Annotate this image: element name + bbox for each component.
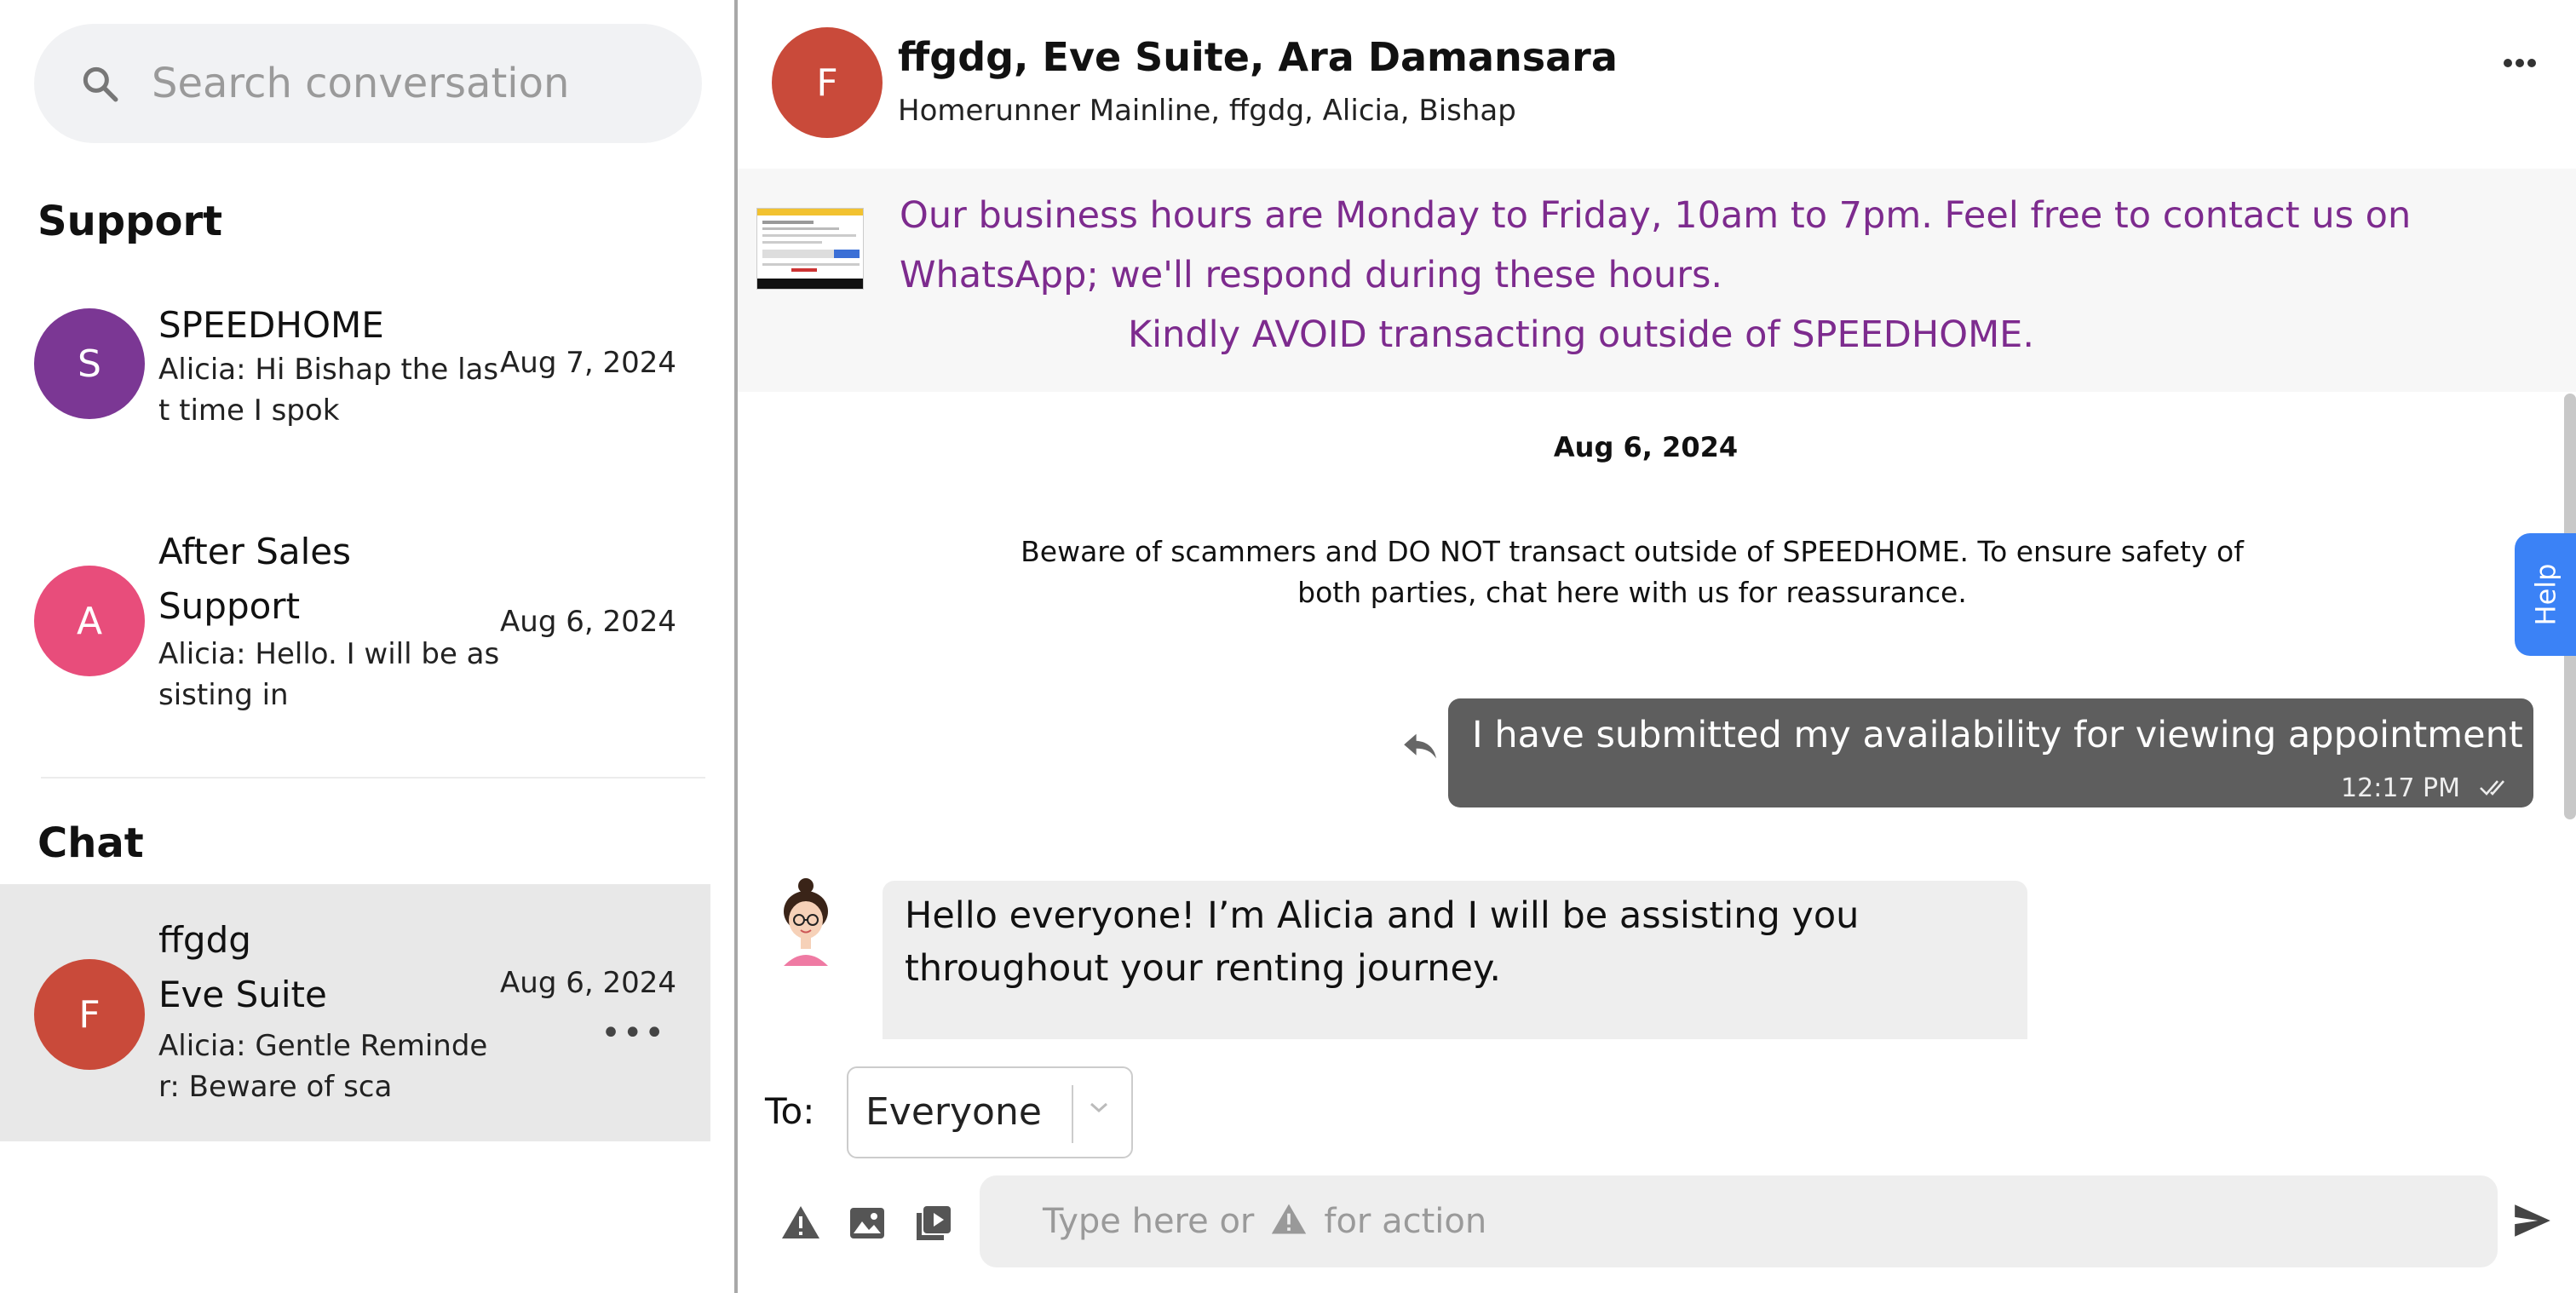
chat-section-title: Chat: [37, 819, 144, 867]
support-section-title: Support: [37, 198, 223, 245]
input-placeholder-part2: for action: [1324, 1202, 1487, 1241]
recipient-value: Everyone: [865, 1090, 1042, 1134]
system-note: Beware of scammers and DO NOT transact o…: [1021, 535, 2244, 609]
recipient-label: To:: [765, 1090, 815, 1132]
banner-thumbnail[interactable]: [756, 208, 864, 290]
chat-participants: Homerunner Mainline, ffgdg, Alicia, Bish…: [898, 94, 1516, 128]
avatar: F: [34, 959, 145, 1070]
conversation-preview: Alicia: Hello. I will be assisting in: [158, 637, 500, 712]
conversation-preview: Alicia: Gentle Reminder: Beware of sca: [158, 1029, 488, 1104]
search-bar[interactable]: [34, 24, 702, 143]
banner-line-2: WhatsApp; we'll respond during these hou…: [900, 254, 1723, 296]
section-divider: [41, 777, 705, 779]
banner-line-1: Our business hours are Monday to Friday,…: [900, 194, 2412, 237]
incoming-message[interactable]: Hello everyone! I’m Alicia and I will be…: [883, 881, 2027, 1039]
image-icon[interactable]: [847, 1203, 888, 1244]
avatar: S: [34, 308, 145, 419]
conversation-date: Aug 6, 2024: [500, 605, 676, 639]
chat-panel: F ffgdg, Eve Suite, Ara Damansara Homeru…: [738, 0, 2576, 1293]
search-icon: [83, 66, 118, 102]
avatar: A: [34, 566, 145, 676]
conversation-name-line2: Support: [158, 585, 301, 627]
conversation-sidebar: Support S SPEEDHOME Alicia: Hi Bishap th…: [0, 0, 736, 1293]
message-text: I have submitted my availability for vie…: [1472, 714, 2523, 756]
video-library-icon[interactable]: [913, 1203, 954, 1244]
conversation-date: Aug 7, 2024: [500, 346, 676, 380]
agent-avatar: [772, 877, 840, 966]
message-composer: Type here or for action: [738, 1175, 2576, 1269]
date-separator: Aug 6, 2024: [1553, 431, 1739, 463]
banner-message: Our business hours are Monday to Friday,…: [900, 186, 2518, 365]
recipient-row: To: Everyone: [738, 1065, 2576, 1158]
warning-icon: [1269, 1201, 1308, 1242]
more-options-icon[interactable]: [2503, 56, 2537, 72]
chat-avatar: F: [772, 27, 883, 138]
warning-icon[interactable]: [780, 1203, 821, 1244]
message-list[interactable]: Aug 6, 2024 Beware of scammers and DO NO…: [738, 392, 2554, 1039]
send-icon[interactable]: [2511, 1199, 2554, 1245]
chat-title: ffgdg, Eve Suite, Ara Damansara: [898, 34, 1618, 80]
search-input[interactable]: [150, 59, 661, 108]
conversation-name: SPEEDHOME: [158, 304, 384, 346]
more-options-icon[interactable]: •••: [601, 1014, 666, 1053]
banner-line-3: Kindly AVOID transacting outside of SPEE…: [1127, 313, 2035, 356]
conversation-item-ffgdg[interactable]: F ffgdg Eve Suite Alicia: Gentle Reminde…: [0, 884, 710, 1141]
double-check-icon: [2479, 777, 2513, 801]
conversation-preview: Alicia: Hi Bishap the last time I spok: [158, 353, 499, 428]
outgoing-message[interactable]: I have submitted my availability for vie…: [1448, 698, 2533, 807]
conversation-name-line2: Eve Suite: [158, 974, 327, 1015]
conversation-date: Aug 6, 2024: [500, 966, 676, 1000]
message-time: 12:17 PM: [2341, 773, 2460, 803]
conversation-item-after-sales[interactable]: A After Sales Support Alicia: Hello. I w…: [0, 525, 710, 729]
select-divider: [1072, 1085, 1073, 1143]
reply-icon[interactable]: [1402, 731, 1440, 765]
chevron-down-icon[interactable]: [1087, 1099, 1111, 1119]
conversation-name-line1: ffgdg: [158, 919, 251, 961]
business-hours-banner: Our business hours are Monday to Friday,…: [738, 169, 2576, 392]
conversation-item-speedhome[interactable]: S SPEEDHOME Alicia: Hi Bishap the last t…: [0, 290, 710, 440]
recipient-select[interactable]: Everyone: [847, 1066, 1133, 1158]
message-input[interactable]: Type here or for action: [980, 1175, 2498, 1267]
conversation-name-line1: After Sales: [158, 531, 351, 572]
help-label: Help: [2529, 563, 2562, 626]
help-button[interactable]: Help: [2515, 533, 2576, 656]
message-text: Hello everyone! I’m Alicia and I will be…: [905, 894, 1860, 990]
input-placeholder-part1: Type here or: [1043, 1202, 1255, 1241]
